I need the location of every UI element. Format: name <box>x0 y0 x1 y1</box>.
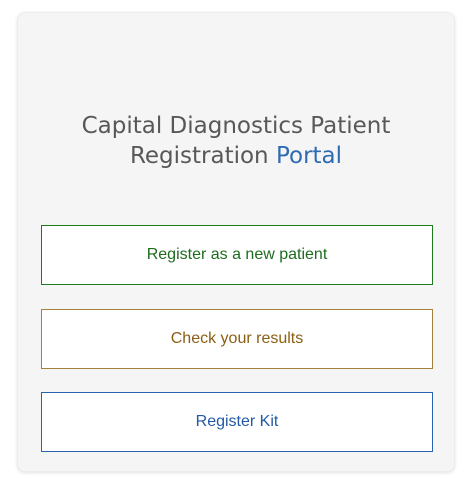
portal-title-accent: Portal <box>275 143 343 169</box>
check-results-button[interactable]: Check your results <box>41 309 433 369</box>
register-kit-label: Register Kit <box>195 413 279 430</box>
portal-card: Capital Diagnostics Patient Registration… <box>17 12 455 472</box>
register-new-patient-button[interactable]: Register as a new patient <box>41 225 433 285</box>
register-new-patient-label: Register as a new patient <box>146 246 328 263</box>
check-results-label: Check your results <box>170 330 304 347</box>
portal-title: Capital Diagnostics Patient Registration… <box>18 111 454 171</box>
portal-title-main: Capital Diagnostics Patient Registration <box>81 113 391 169</box>
register-kit-button[interactable]: Register Kit <box>41 392 433 452</box>
